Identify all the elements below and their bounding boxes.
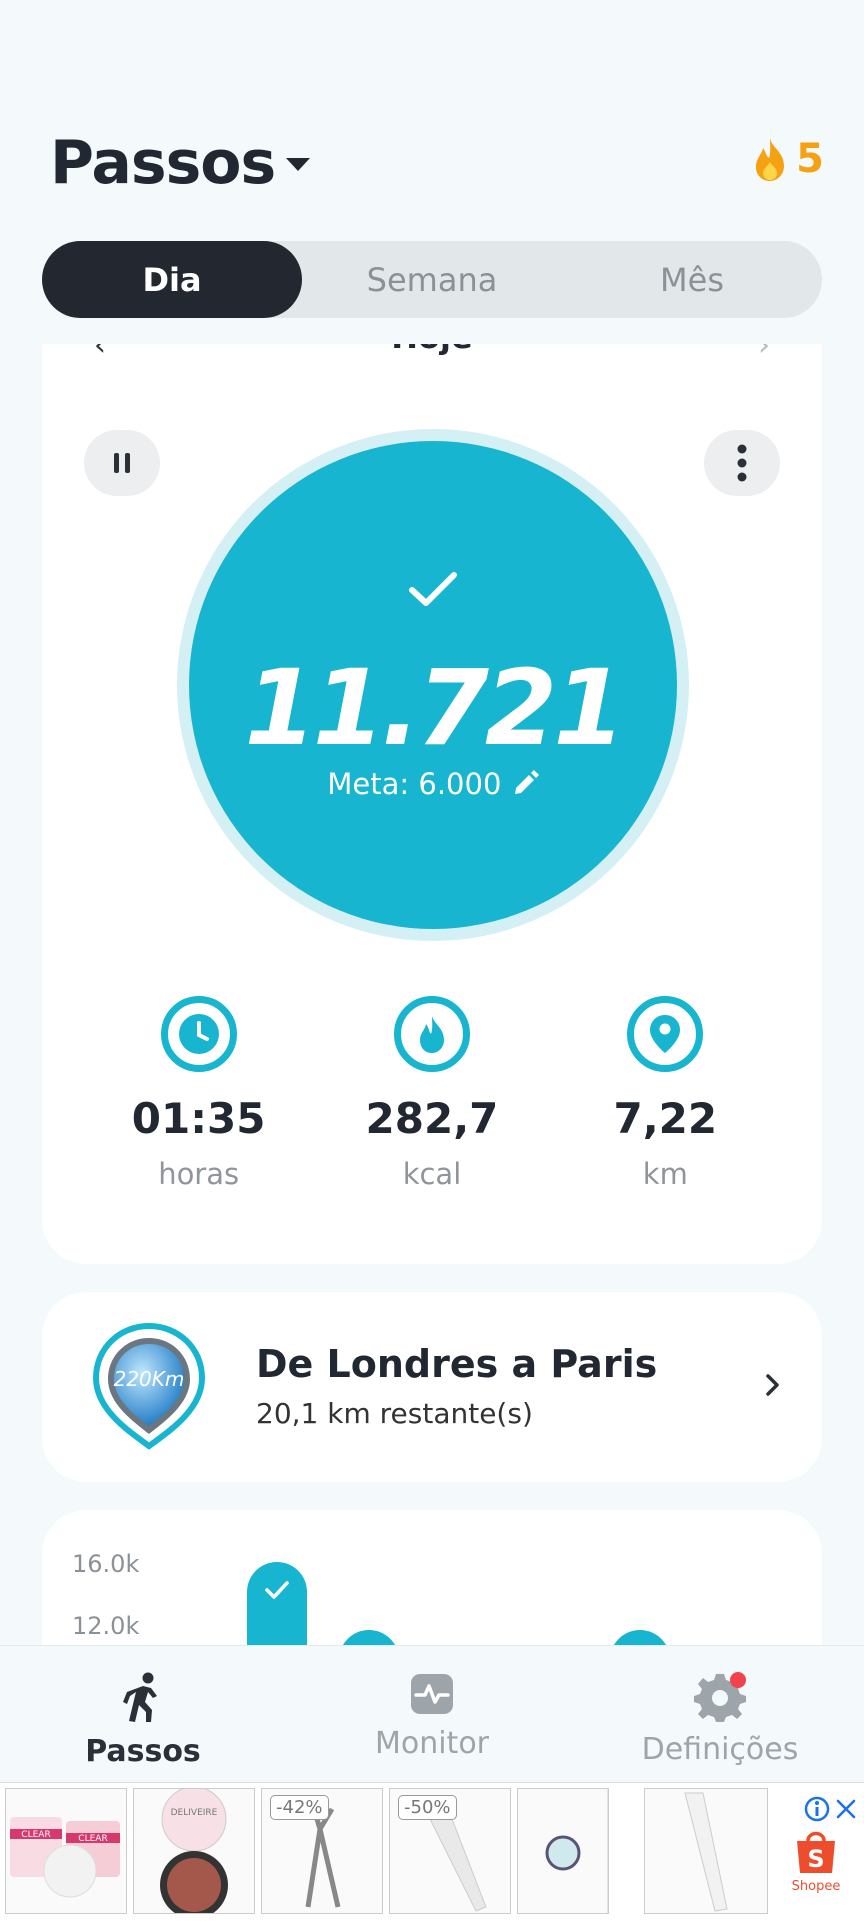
progress-ring: 11.721 Meta: 6.000	[177, 429, 689, 941]
stat-calories: 282,7 kcal	[332, 996, 532, 1191]
dropdown-caret-icon[interactable]	[286, 158, 310, 171]
svg-text:S: S	[807, 1845, 824, 1873]
bar-check-icon	[265, 1581, 289, 1599]
nav-item-passos[interactable]: Passos	[43, 1672, 243, 1769]
settings-icon	[694, 1672, 746, 1722]
fire-icon	[756, 138, 785, 181]
ad-close-icon[interactable]	[834, 1797, 858, 1821]
challenge-title: De Londres a Paris	[256, 1342, 658, 1386]
nav-item-monitor[interactable]: Monitor	[332, 1672, 532, 1761]
y-tick-label: 16.0k	[72, 1550, 140, 1578]
streak-count: 5	[796, 136, 824, 182]
pulse-monitor-icon	[411, 1674, 453, 1714]
notification-dot	[730, 1672, 746, 1688]
clock-icon	[160, 996, 237, 1072]
badge-text: 220Km	[114, 1367, 185, 1391]
steps-chart-card[interactable]: 16.0k 12.0k	[42, 1510, 822, 1650]
chevron-right-icon	[766, 1374, 779, 1396]
stats-row: 01:35 horas 282,7 kcal 7,22 km	[42, 996, 822, 1191]
nav-label: Passos	[85, 1734, 201, 1769]
svg-text:CLEAR: CLEAR	[78, 1834, 107, 1844]
stat-distance: 7,22 km	[565, 996, 765, 1191]
chart-bar[interactable]	[247, 1562, 307, 1650]
ad-banner: CLEAR CLEAR DELIVEIRE -42% -50% S Shopee	[0, 1782, 864, 1921]
stat-value: 282,7	[365, 1094, 499, 1143]
day-label: Hoje	[42, 344, 822, 356]
tab-mes[interactable]: Mês	[562, 241, 822, 318]
ad-info-icon[interactable]	[803, 1795, 831, 1823]
goal-text: Meta: 6.000	[327, 767, 502, 801]
streak-indicator[interactable]: 5	[750, 136, 824, 182]
step-count: 11.721	[244, 647, 625, 769]
flame-icon	[393, 996, 470, 1072]
discount-badge: -42%	[270, 1795, 329, 1820]
nav-label: Definições	[641, 1732, 799, 1767]
compact-powder-image	[545, 1789, 608, 1913]
next-day-chevron-icon[interactable]: ›	[758, 344, 770, 363]
ad-product-nipper[interactable]: -42%	[261, 1788, 383, 1914]
hair-comb-image	[684, 1792, 728, 1912]
progress-circle[interactable]: 11.721 Meta: 6.000	[189, 441, 677, 929]
cream-jars-image: CLEAR CLEAR	[10, 1817, 120, 1898]
bottom-navigation: Passos Monitor Definições	[0, 1645, 864, 1781]
daily-steps-card: ‹ Hoje › 11.721 Meta: 6.000	[42, 344, 822, 1264]
more-vertical-icon	[737, 444, 747, 482]
nav-item-definicoes[interactable]: Definições	[620, 1672, 820, 1767]
challenge-card[interactable]: 220Km De Londres a Paris 20,1 km restant…	[42, 1292, 822, 1482]
ad-product-brush[interactable]	[644, 1788, 768, 1914]
discount-badge: -50%	[398, 1795, 457, 1820]
ad-product-blush[interactable]: DELIVEIRE	[133, 1788, 255, 1914]
challenge-subtitle: 20,1 km restante(s)	[256, 1397, 533, 1430]
stat-duration: 01:35 horas	[99, 996, 299, 1191]
stat-unit: kcal	[402, 1157, 462, 1191]
shopee-bag-icon: S	[797, 1831, 835, 1873]
y-tick-label: 12.0k	[72, 1612, 140, 1640]
walking-person-icon	[123, 1672, 157, 1722]
pause-button[interactable]	[84, 430, 160, 496]
more-options-button[interactable]	[704, 430, 780, 496]
stat-unit: horas	[158, 1157, 240, 1191]
nav-label: Monitor	[374, 1726, 490, 1761]
distance-badge: 220Km	[92, 1322, 206, 1450]
tab-dia[interactable]: Dia	[42, 241, 302, 318]
svg-text:DELIVEIRE: DELIVEIRE	[171, 1808, 218, 1818]
ad-product-compact[interactable]	[517, 1788, 609, 1914]
stat-unit: km	[642, 1157, 688, 1191]
svg-text:CLEAR: CLEAR	[21, 1830, 50, 1840]
shopee-logo[interactable]: S Shopee	[788, 1827, 844, 1894]
shopee-label: Shopee	[791, 1879, 841, 1894]
day-navigator: ‹ Hoje ›	[42, 344, 822, 368]
blush-compact-image: DELIVEIRE	[160, 1789, 228, 1913]
goal-row[interactable]: Meta: 6.000	[189, 767, 677, 801]
pause-icon	[114, 453, 130, 473]
stat-value: 7,22	[613, 1094, 718, 1143]
header: Passos 5	[50, 128, 824, 208]
tab-semana[interactable]: Semana	[302, 241, 562, 318]
page-title[interactable]: Passos	[50, 128, 276, 198]
ad-product-comb[interactable]: -50%	[389, 1788, 511, 1914]
edit-pencil-icon	[514, 770, 539, 794]
ad-product-cream[interactable]: CLEAR CLEAR	[5, 1788, 127, 1914]
location-pin-icon	[627, 996, 704, 1072]
stat-value: 01:35	[131, 1094, 266, 1143]
period-tabs: Dia Semana Mês	[42, 241, 822, 318]
goal-check-icon	[409, 572, 457, 606]
